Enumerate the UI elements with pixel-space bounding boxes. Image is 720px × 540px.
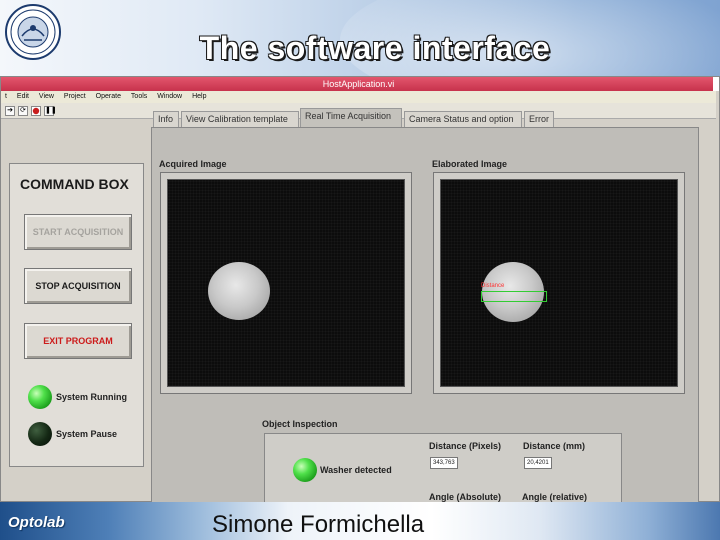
tab-error[interactable]: Error [524,111,554,127]
object-inspection-box: Washer detected Distance (Pixels) 343,76… [264,433,622,505]
tab-real-time-acquisition[interactable]: Real Time Acquisition [300,108,402,127]
detection-overlay-label: Distance [481,283,505,289]
tab-info[interactable]: Info [153,111,179,127]
menu-item-window[interactable]: Window [153,91,186,103]
window-titlebar: HostApplication.vi [1,77,716,91]
menu-item-operate[interactable]: Operate [92,91,125,103]
menu-item-view[interactable]: View [35,91,58,103]
tab-view-calibration-template[interactable]: View Calibration template [181,111,299,127]
tab-camera-status-and-option[interactable]: Camera Status and option [404,111,522,127]
menu-item-help[interactable]: Help [188,91,210,103]
menu-bar: t Edit View Project Operate Tools Window… [1,91,716,103]
washer-detected-label: Washer detected [320,465,392,475]
exit-program-button[interactable]: EXIT PROGRAM [24,323,132,359]
elaborated-image-frame: Distance [433,172,685,394]
slide-title: The software interface [199,30,551,66]
object-inspection-title: Object Inspection [262,419,338,429]
command-box-title: COMMAND BOX [20,176,129,192]
angle-absolute-label: Angle (Absolute) [429,492,501,502]
application-window: HostApplication.vi t Edit View Project O… [0,76,720,505]
menu-item-project[interactable]: Project [60,91,90,103]
system-running-led [28,385,52,409]
washer-detected-led [293,458,317,482]
titlebar-edge [713,77,719,91]
command-box: COMMAND BOX START ACQUISITION STOP ACQUI… [9,163,144,467]
abort-dot-icon [32,107,40,115]
acquired-image-label: Acquired Image [159,159,227,169]
acquired-image-frame [160,172,412,394]
system-pause-led [28,422,52,446]
distance-mm-field[interactable]: 20,4201 [524,457,552,469]
slide-footer: Optolab Simone Formichella [0,502,720,540]
elaborated-image-view: Distance [440,179,678,387]
system-running-label: System Running [56,392,128,402]
start-acquisition-button[interactable]: START ACQUISITION [24,214,132,250]
menu-item-tools[interactable]: Tools [127,91,151,103]
menu-item-edit[interactable]: Edit [13,91,33,103]
pause-icon[interactable]: ❚❚ [44,106,57,116]
detection-bounding-box [481,291,547,302]
optolab-logo: Optolab [8,514,65,531]
system-pause-label: System Pause [56,429,118,439]
author-name: Simone Formichella [212,511,425,538]
elaborated-image-label: Elaborated Image [432,159,508,169]
stop-acquisition-button[interactable]: STOP ACQUISITION [24,268,132,304]
angle-relative-label: Angle (relative) [522,492,588,502]
abort-icon[interactable] [31,106,41,116]
distance-pixels-label: Distance (Pixels) [429,441,502,451]
run-arrow-icon[interactable]: ➔ [5,106,15,116]
menu-item-file[interactable]: t [1,91,11,103]
run-continuous-icon[interactable]: ⟳ [18,106,28,116]
acquisition-panel: Acquired Image Elaborated Image Distance… [151,127,699,505]
distance-pixels-field[interactable]: 343,763 [430,457,458,469]
slide-header: The software interface [0,0,720,76]
acquired-image-view [167,179,405,387]
distance-mm-label: Distance (mm) [523,441,586,451]
washer-image [208,262,270,320]
